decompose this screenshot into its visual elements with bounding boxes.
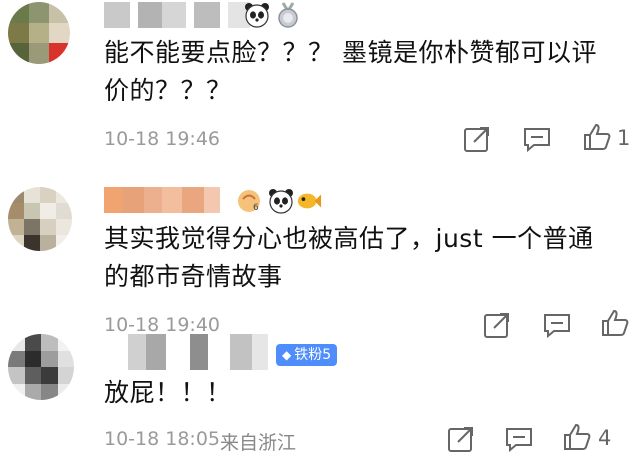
- comment-text-line: 价的？？？: [104, 76, 232, 105]
- diamond-icon: ◆: [282, 348, 292, 362]
- comment-timestamp: 10-18 18:05: [104, 428, 221, 450]
- comment-location: 来自浙江: [220, 432, 297, 454]
- comment-icon[interactable]: [504, 424, 534, 454]
- like-icon[interactable]: [562, 422, 592, 452]
- like-icon[interactable]: [582, 122, 612, 152]
- comment-item: ◆ 铁粉5 放屁！！！ 10-18 18:05 来自浙江 4: [0, 330, 640, 456]
- panda-emoji: [269, 189, 293, 214]
- fan-badge: ◆ 铁粉5: [276, 344, 338, 366]
- comment-text-line: 其实我觉得分心也被高估了，just 一个普通: [104, 224, 594, 253]
- badge-icon: 6: [238, 190, 260, 213]
- comment-text-line: 放屁！！！: [104, 378, 232, 407]
- username[interactable]: [104, 187, 220, 213]
- username[interactable]: [104, 334, 268, 370]
- username[interactable]: [104, 2, 250, 28]
- comment-text-line: 能不能要点脸？？？ 墨镜是你朴赞郁可以评: [104, 38, 597, 67]
- medal-emoji: [278, 2, 298, 28]
- comment-icon[interactable]: [522, 124, 552, 154]
- comment-text-line: 的都市奇情故事: [104, 262, 283, 291]
- fan-badge-label: 铁粉5: [294, 347, 332, 363]
- avatar[interactable]: [8, 2, 70, 64]
- avatar[interactable]: [8, 187, 72, 251]
- comment-item: 6 其实我觉得分心也被高估了，just 一个普通 的都市奇情故事 10-18 1…: [0, 168, 640, 339]
- comment-timestamp: 10-18 19:46: [104, 128, 221, 150]
- panda-emoji: [245, 3, 269, 28]
- avatar[interactable]: [8, 334, 74, 400]
- like-count: 4: [598, 426, 612, 450]
- comment-item: 能不能要点脸？？？ 墨镜是你朴赞郁可以评 价的？？？ 10-18 19:46 1: [0, 0, 640, 160]
- svg-text:6: 6: [253, 203, 259, 213]
- share-icon[interactable]: [462, 124, 492, 154]
- fish-emoji: [297, 193, 322, 209]
- like-count: 1: [617, 126, 631, 150]
- share-icon[interactable]: [446, 424, 476, 454]
